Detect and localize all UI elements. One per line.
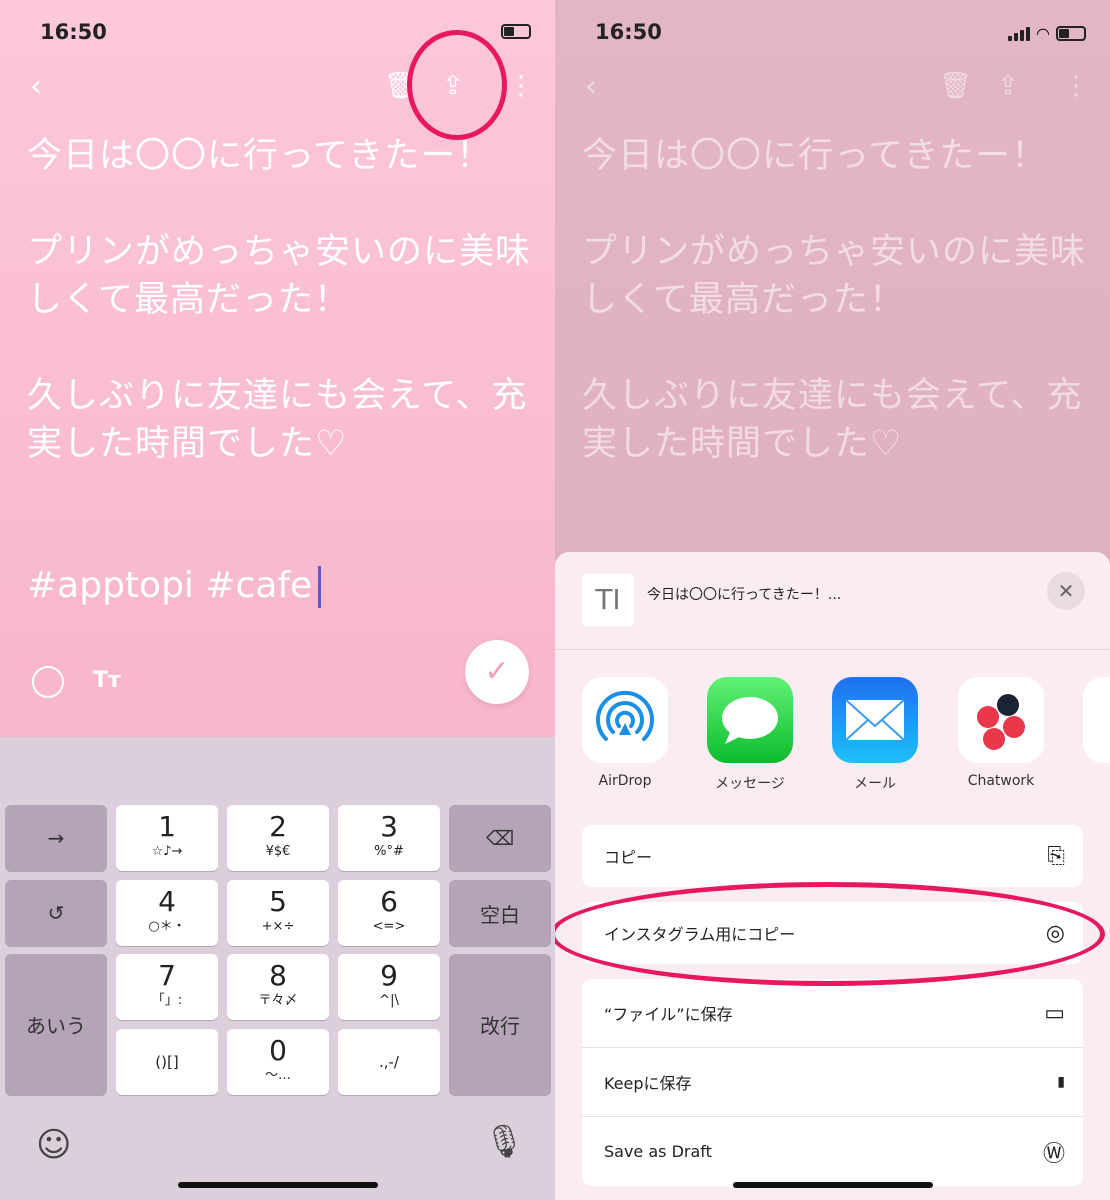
key-backspace[interactable]: ⌫ <box>449 805 551 871</box>
emoji-icon[interactable]: ☺ <box>36 1125 71 1165</box>
trash-icon[interactable]: 🗑 <box>939 71 972 101</box>
share-sheet: TI 今日は〇〇に行ってきたー！... ✕ AirDrop メッセージ メール … <box>555 552 1110 1200</box>
text-icon: TI <box>582 574 634 626</box>
status-icons: ◠ <box>1008 24 1086 43</box>
app-chatwork[interactable]: Chatwork <box>958 677 1044 789</box>
bookmark-icon: ▮ <box>1057 1074 1065 1090</box>
action-label: インスタグラム用にコピー <box>604 925 796 944</box>
action-label: “ファイル”に保存 <box>604 1005 733 1024</box>
back-icon[interactable]: ‹ <box>30 69 42 104</box>
wifi-icon: ◠ <box>1036 24 1050 43</box>
chatwork-icon <box>958 677 1044 763</box>
back-icon[interactable]: ‹ <box>585 69 597 104</box>
home-indicator <box>178 1182 378 1188</box>
action-label: Save as Draft <box>604 1142 712 1161</box>
paragraph: 久しぶりに友達にも会えて、充実した時間でした♡ <box>27 376 528 464</box>
battery-icon <box>501 24 531 39</box>
app-airdrop[interactable]: AirDrop <box>582 677 668 789</box>
key-1[interactable]: 1 ☆♪→ <box>116 805 218 871</box>
key-symbols[interactable]: .,-/ <box>338 1029 440 1095</box>
paragraph: プリンがめっちゃ安いのに美味しくて最高だった！ <box>27 232 532 320</box>
paragraph: プリンがめっちゃ安いのに美味しくて最高だった！ <box>582 232 1087 320</box>
divider <box>555 649 1110 650</box>
more-icon[interactable]: ⋮ <box>1063 71 1089 101</box>
app-label: S <box>1083 773 1110 789</box>
app-label: メール <box>854 776 896 792</box>
key-5[interactable]: 5 +×÷ <box>227 880 329 946</box>
signal-icon <box>1008 26 1031 41</box>
status-time: 16:50 <box>40 20 107 44</box>
done-button[interactable]: ✓ <box>465 640 529 704</box>
key-undo[interactable]: ↺ <box>5 880 107 946</box>
trash-icon[interactable]: 🗑 <box>384 71 417 101</box>
share-icon[interactable]: ⇪ <box>442 71 464 101</box>
battery-icon <box>1056 26 1086 41</box>
app-label: メッセージ <box>715 776 785 792</box>
action-save-files[interactable]: “ファイル”に保存 ▭ <box>582 979 1083 1048</box>
action-keep[interactable]: Keepに保存 ▮ <box>582 1048 1083 1117</box>
status-time: 16:50 <box>595 20 662 44</box>
action-copy[interactable]: コピー ⎘ <box>582 825 1083 887</box>
key-kana[interactable]: あいう <box>5 954 107 1095</box>
key-2[interactable]: 2 ¥$€ <box>227 805 329 871</box>
checkbox-circle-button[interactable] <box>32 666 64 698</box>
key-3[interactable]: 3 %°# <box>338 805 440 871</box>
text-format-button[interactable]: Tт <box>93 668 121 693</box>
keyboard: → ↺ あいう ⌫ 空白 改行 1 ☆♪→ 2 ¥$€ 3 %°# 4 ○＊・ 5 +×÷ 6 <=>… <box>0 737 555 1200</box>
share-icon[interactable]: ⇪ <box>997 71 1019 101</box>
paragraph: 今日は〇〇に行ってきたー！ <box>27 136 493 176</box>
text-cursor <box>318 566 322 608</box>
status-icons <box>501 24 531 39</box>
key-0[interactable]: 0 〜… <box>227 1029 329 1095</box>
wordpress-icon: Ⓦ <box>1042 1141 1065 1167</box>
airdrop-icon <box>582 677 668 763</box>
key-8[interactable]: 8 〒々〆 <box>227 954 329 1020</box>
note-body[interactable]: 今日は〇〇に行ってきたー！ プリンがめっちゃ安いのに美味しくて最高だった！ 久し… <box>27 132 537 516</box>
action-copy-instagram[interactable]: インスタグラム用にコピー ◎ <box>582 902 1083 964</box>
app-label: Chatwork <box>967 773 1035 789</box>
key-9[interactable]: 9 ^|\ <box>338 954 440 1020</box>
key-return[interactable]: 改行 <box>449 954 551 1095</box>
nav-bar: ‹ 🗑 ⇪ ⋮ <box>0 65 555 109</box>
share-screen: 16:50 ◠ ‹ 🗑 ⇪ ⋮ 今日は〇〇に行ってきたー！ プリンがめっちゃ安い… <box>555 0 1110 1200</box>
app-more[interactable]: S <box>1083 677 1110 789</box>
hashtag-line[interactable]: #apptopi #cafe <box>27 565 322 608</box>
key-symbols[interactable]: ()[] <box>116 1029 218 1095</box>
hashtags: #apptopi #cafe <box>27 565 313 606</box>
home-indicator <box>733 1182 933 1188</box>
key-4[interactable]: 4 ○＊・ <box>116 880 218 946</box>
messages-icon <box>707 677 793 763</box>
folder-icon: ▭ <box>1044 1000 1065 1026</box>
app-messages[interactable]: メッセージ <box>707 677 793 793</box>
nav-bar: ‹ 🗑 ⇪ ⋮ <box>555 65 1110 109</box>
paragraph: 今日は〇〇に行ってきたー！ <box>582 136 1048 176</box>
action-group: “ファイル”に保存 ▭ Keepに保存 ▮ Save as Draft Ⓦ <box>582 979 1083 1186</box>
note-editor-screen: 16:50 ‹ 🗑 ⇪ ⋮ 今日は〇〇に行ってきたー！ プリンがめっちゃ安いのに… <box>0 0 555 1200</box>
mail-icon <box>832 677 918 763</box>
key-space[interactable]: 空白 <box>449 880 551 946</box>
copy-icon: ⎘ <box>1047 843 1065 869</box>
app-label: AirDrop <box>598 773 652 789</box>
key-6[interactable]: 6 <=> <box>338 880 440 946</box>
more-icon[interactable]: ⋮ <box>508 71 534 101</box>
close-button[interactable]: ✕ <box>1047 572 1085 610</box>
share-preview-text: 今日は〇〇に行ってきたー！... <box>647 587 842 603</box>
action-label: Keepに保存 <box>604 1074 692 1093</box>
instagram-icon: ◎ <box>1045 920 1065 946</box>
action-label: コピー <box>604 848 653 867</box>
note-body: 今日は〇〇に行ってきたー！ プリンがめっちゃ安いのに美味しくて最高だった！ 久し… <box>582 132 1092 516</box>
paragraph: 久しぶりに友達にも会えて、充実した時間でした♡ <box>582 376 1083 464</box>
key-arrow[interactable]: → <box>5 805 107 871</box>
app-mail[interactable]: メール <box>832 677 918 793</box>
slack-icon <box>1083 677 1110 763</box>
key-7[interactable]: 7 「」: <box>116 954 218 1020</box>
action-save-draft[interactable]: Save as Draft Ⓦ <box>582 1117 1083 1186</box>
microphone-icon[interactable]: 🎙 <box>484 1122 525 1160</box>
